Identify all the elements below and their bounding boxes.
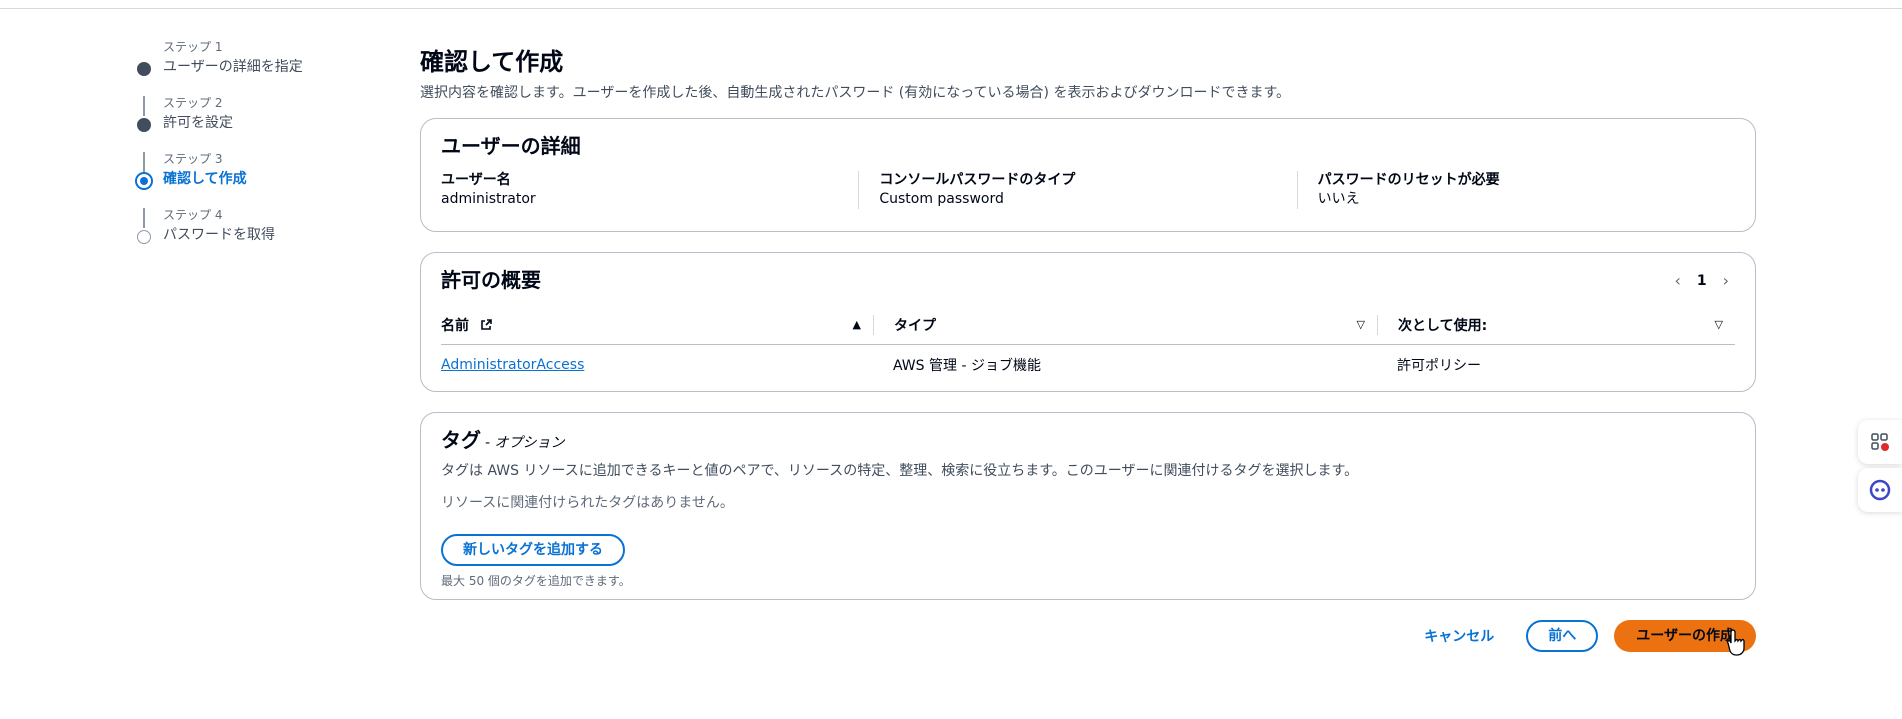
no-tags-message: リソースに関連付けられたタグはありません。 [441, 495, 734, 511]
wizard-steps: ステップ 1 ユーザーの詳細を指定 ステップ 2 許可を設定 ステップ 3 確認… [134, 40, 374, 264]
column-header-name[interactable]: 名前 ▲ [441, 315, 873, 335]
field-value: いいえ [1317, 191, 1360, 207]
optional-label: - オプション [485, 435, 565, 451]
step-number: ステップ 4 [163, 208, 223, 222]
cancel-button[interactable]: キャンセル [1408, 626, 1510, 646]
step-complete-icon [137, 118, 151, 132]
field-label: コンソールパスワードのタイプ [879, 172, 1076, 188]
add-tag-button[interactable]: 新しいタグを追加する [441, 534, 625, 566]
step-label: 許可を設定 [163, 115, 233, 131]
field-value: Custom password [879, 191, 1004, 207]
column-label: 名前 [441, 317, 469, 334]
step-pending-icon [137, 230, 151, 244]
tag-limit-hint: 最大 50 個のタグを追加できます。 [441, 574, 631, 588]
step-number: ステップ 3 [163, 152, 223, 166]
cell-name: AdministratorAccess [441, 357, 873, 373]
chevron-left-icon[interactable]: ‹ [1674, 271, 1680, 290]
step-3: ステップ 3 確認して作成 [134, 152, 374, 208]
sort-icon[interactable]: ▽ [1715, 318, 1723, 331]
cell-type: AWS 管理 - ジョブ機能 [893, 358, 1041, 374]
top-divider [0, 8, 1902, 9]
assistant-icon [1869, 479, 1891, 501]
hand-cursor-icon [1726, 629, 1745, 656]
pagination: ‹ 1 › [1674, 271, 1729, 290]
step-complete-icon [137, 62, 151, 76]
step-1[interactable]: ステップ 1 ユーザーの詳細を指定 [134, 40, 374, 96]
floating-widgets [1858, 420, 1902, 516]
tags-title: タグ - オプション [441, 427, 1735, 456]
step-number: ステップ 1 [163, 40, 223, 54]
tags-heading: タグ [441, 428, 481, 452]
permissions-summary-card: 許可の概要 ‹ 1 › 名前 ▲ タイプ ▽ 次として使用: ▽ Adminis… [420, 252, 1756, 392]
field-value: administrator [441, 191, 536, 207]
assistant-widget[interactable] [1858, 468, 1902, 512]
user-details-title: ユーザーの詳細 [441, 134, 581, 158]
cell-used-as: 許可ポリシー [1397, 358, 1481, 374]
sort-ascending-icon[interactable]: ▲ [853, 318, 861, 331]
table-row: AdministratorAccess AWS 管理 - ジョブ機能 許可ポリシ… [441, 345, 1735, 385]
step-label: ユーザーの詳細を指定 [163, 59, 303, 75]
step-2[interactable]: ステップ 2 許可を設定 [134, 96, 374, 152]
step-number: ステップ 2 [163, 96, 223, 110]
sort-icon[interactable]: ▽ [1357, 318, 1365, 331]
chevron-right-icon[interactable]: › [1723, 271, 1729, 290]
step-label: 確認して作成 [163, 171, 247, 187]
page-description: 選択内容を確認します。ユーザーを作成した後、自動生成されたパスワード (有効にな… [420, 85, 1291, 101]
column-header-used-as[interactable]: 次として使用: ▽ [1377, 314, 1735, 335]
step-connector [143, 96, 145, 116]
step-label: パスワードを取得 [163, 227, 275, 243]
column-label: タイプ [894, 317, 936, 334]
column-header-type[interactable]: タイプ ▽ [873, 314, 1377, 335]
step-current-icon [135, 172, 153, 190]
tags-description: タグは AWS リソースに追加できるキーと値のペアで、リソースの特定、整理、検索… [441, 463, 1359, 479]
user-details-card: ユーザーの詳細 ユーザー名 administrator コンソールパスワードのタ… [420, 118, 1756, 232]
current-page[interactable]: 1 [1697, 273, 1707, 289]
column-label: 次として使用: [1398, 317, 1488, 334]
user-details-fields: ユーザー名 administrator コンソールパスワードのタイプ Custo… [441, 171, 1735, 209]
form-actions: キャンセル 前へ ユーザーの作成 [420, 620, 1756, 652]
permissions-table: 名前 ▲ タイプ ▽ 次として使用: ▽ AdministratorAccess… [441, 305, 1735, 385]
previous-button[interactable]: 前へ [1526, 620, 1599, 652]
step-connector [143, 152, 145, 172]
step-4: ステップ 4 パスワードを取得 [134, 208, 374, 264]
apps-grid-icon [1871, 433, 1889, 451]
field-password-type: コンソールパスワードのタイプ Custom password [858, 171, 1296, 209]
main-content: 確認して作成 選択内容を確認します。ユーザーを作成した後、自動生成されたパスワー… [420, 46, 1756, 652]
permissions-title: 許可の概要 [441, 268, 541, 292]
apps-widget[interactable] [1858, 420, 1902, 464]
policy-link[interactable]: AdministratorAccess [441, 357, 584, 373]
page-title: 確認して作成 [420, 48, 564, 76]
field-password-reset: パスワードのリセットが必要 いいえ [1296, 171, 1735, 209]
external-link-icon [481, 318, 492, 330]
field-label: ユーザー名 [441, 172, 511, 188]
tags-card: タグ - オプション タグは AWS リソースに追加できるキーと値のペアで、リソー… [420, 412, 1756, 600]
field-label: パスワードのリセットが必要 [1317, 172, 1500, 188]
field-username: ユーザー名 administrator [441, 171, 858, 209]
step-connector [143, 208, 145, 228]
table-header: 名前 ▲ タイプ ▽ 次として使用: ▽ [441, 305, 1735, 345]
